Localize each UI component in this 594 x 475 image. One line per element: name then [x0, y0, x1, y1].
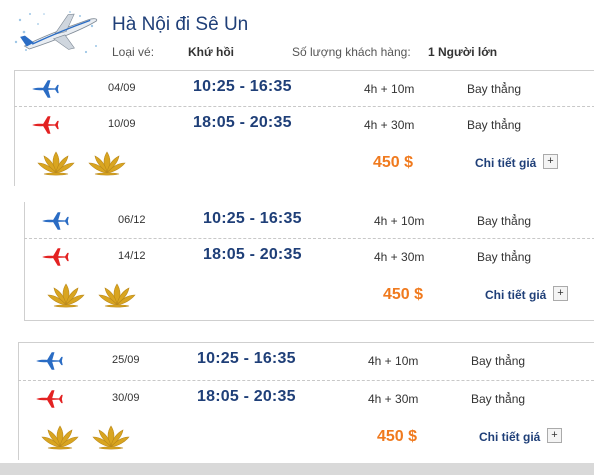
return-flight-row: 14/12 18:05 - 20:35 4h + 30m Bay thẳng — [10, 238, 594, 274]
flight-date: 30/09 — [112, 392, 140, 404]
ticket-type-value: Khứ hồi — [188, 45, 235, 59]
passengers-label: Số lượng khách hàng: — [292, 45, 411, 59]
flight-date: 14/12 — [118, 250, 146, 262]
flight-type: Bay thẳng — [471, 392, 526, 406]
outbound-flight-row: 25/09 10:25 - 16:35 4h + 10m Bay thẳng — [4, 342, 594, 378]
expand-price-button[interactable]: + — [553, 286, 568, 301]
flight-duration: 4h + 30m — [368, 392, 419, 406]
lotus-icon — [97, 280, 137, 310]
flight-time: 18:05 - 20:35 — [203, 246, 302, 263]
return-flight-row: 10/09 18:05 - 20:35 4h + 30m Bay thẳng — [0, 106, 594, 142]
flight-type: Bay thẳng — [471, 354, 526, 368]
price: 450 $ — [377, 428, 418, 445]
outbound-flight-row: 06/12 10:25 - 16:35 4h + 10m Bay thẳng — [10, 202, 594, 238]
flight-type: Bay thẳng — [467, 118, 522, 132]
price-detail-link[interactable]: Chi tiết giá — [485, 288, 546, 302]
blue-plane-icon — [34, 350, 64, 372]
flight-duration: 4h + 10m — [368, 354, 419, 368]
horizontal-scrollbar[interactable] — [0, 463, 594, 475]
lotus-icon — [87, 148, 127, 178]
flight-time: 18:05 - 20:35 — [193, 114, 292, 131]
flight-duration: 4h + 10m — [374, 214, 425, 228]
flight-option[interactable]: 25/09 10:25 - 16:35 4h + 10m Bay thẳng 3… — [4, 342, 594, 460]
red-plane-icon — [30, 114, 60, 136]
lotus-icon — [36, 148, 76, 178]
lotus-icon — [40, 422, 80, 452]
flight-date: 06/12 — [118, 214, 146, 226]
price-row: 450 $ Chi tiết giá + — [0, 142, 594, 186]
airplane-banner-icon — [10, 6, 102, 58]
blue-plane-icon — [30, 78, 60, 100]
flight-date: 04/09 — [108, 82, 136, 94]
price-detail-link[interactable]: Chi tiết giá — [479, 430, 540, 444]
lotus-icon — [91, 422, 131, 452]
flight-time: 18:05 - 20:35 — [197, 388, 296, 405]
red-plane-icon — [34, 388, 64, 410]
flight-type: Bay thẳng — [467, 82, 522, 96]
flight-duration: 4h + 30m — [374, 250, 425, 264]
price-detail-link[interactable]: Chi tiết giá — [475, 156, 536, 170]
flight-time: 10:25 - 16:35 — [203, 210, 302, 227]
flight-date: 25/09 — [112, 354, 140, 366]
flight-type: Bay thẳng — [477, 250, 532, 264]
expand-price-button[interactable]: + — [547, 428, 562, 443]
ticket-type-label: Loại vé: — [112, 45, 155, 59]
passengers-value: 1 Người lớn — [428, 45, 498, 59]
flight-option[interactable]: 04/09 10:25 - 16:35 4h + 10m Bay thẳng 1… — [0, 70, 594, 186]
flight-duration: 4h + 10m — [364, 82, 415, 96]
flight-type: Bay thẳng — [477, 214, 532, 228]
header: Hà Nội đi Sê Un Loại vé: Khứ hồi Số lượn… — [0, 0, 594, 64]
flight-time: 10:25 - 16:35 — [197, 350, 296, 367]
price-row: 450 $ Chi tiết giá + — [10, 274, 594, 318]
blue-plane-icon — [40, 210, 70, 232]
price: 450 $ — [383, 286, 424, 303]
page-title: Hà Nội đi Sê Un — [112, 14, 249, 35]
price-row: 450 $ Chi tiết giá + — [4, 416, 594, 460]
price: 450 $ — [373, 154, 414, 171]
lotus-icon — [46, 280, 86, 310]
expand-price-button[interactable]: + — [543, 154, 558, 169]
outbound-flight-row: 04/09 10:25 - 16:35 4h + 10m Bay thẳng — [0, 70, 594, 106]
return-flight-row: 30/09 18:05 - 20:35 4h + 30m Bay thẳng — [4, 380, 594, 416]
flight-date: 10/09 — [108, 118, 136, 130]
red-plane-icon — [40, 246, 70, 268]
flight-duration: 4h + 30m — [364, 118, 415, 132]
flight-time: 10:25 - 16:35 — [193, 78, 292, 95]
flight-option[interactable]: 06/12 10:25 - 16:35 4h + 10m Bay thẳng 1… — [10, 202, 594, 321]
